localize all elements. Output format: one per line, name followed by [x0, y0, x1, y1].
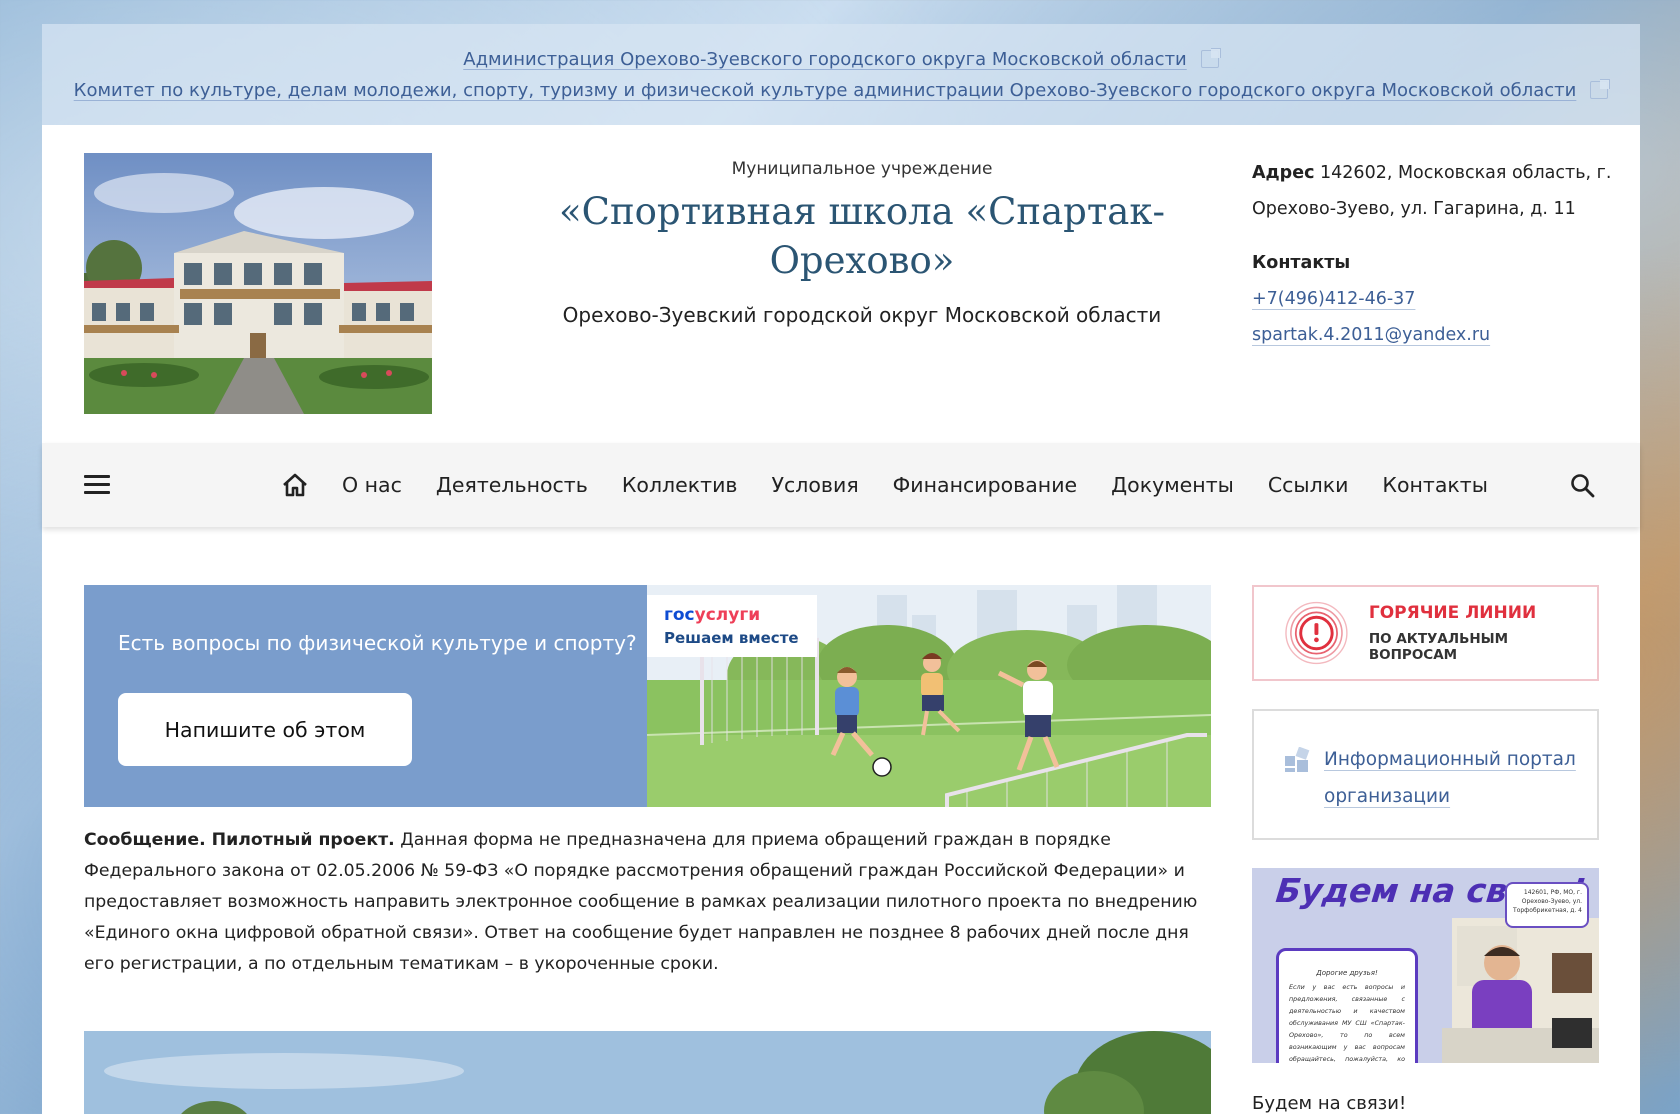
header-region: Орехово-Зуевский городской округ Московс… — [562, 303, 1162, 327]
contacts-block: Контакты +7(496)412-46-37 spartak.4.2011… — [1252, 245, 1612, 353]
nav-item-activity[interactable]: Деятельность — [436, 473, 588, 497]
gosuslugi-badge: госуслуги Решаем вместе — [647, 595, 817, 657]
page-title: «Спортивная школа «Спартак-Орехово» — [559, 190, 1165, 282]
nav-item-documents[interactable]: Документы — [1111, 473, 1234, 497]
hotlines-subtitle: ПО АКТУАЛЬНЫМ ВОПРОСАМ — [1368, 631, 1509, 663]
external-link-icon — [1590, 79, 1611, 99]
stay-in-touch-address: 142601, РФ, МО, г. Орехово-Зуево, ул. То… — [1505, 882, 1589, 928]
info-portal-card[interactable]: Информационный портал организации — [1252, 709, 1599, 840]
banner-left: Есть вопросы по физической культуре и сп… — [84, 585, 647, 807]
search-icon[interactable] — [1570, 473, 1596, 499]
message-heading: Сообщение. Пилотный проект. — [84, 830, 395, 850]
hotlines-banner[interactable]: ГОРЯЧИЕ ЛИНИИ ПО АКТУАЛЬНЫМ ВОПРОСАМ — [1252, 585, 1599, 681]
header-contacts: Адрес 142602, Московская область, г. Оре… — [1252, 155, 1612, 353]
page: Администрация Орехово-Зуевского городско… — [42, 24, 1640, 1114]
banner-illustration: госуслуги Решаем вместе — [647, 585, 1211, 807]
phone-link[interactable]: +7(496)412-46-37 — [1252, 281, 1612, 317]
gosuslugi-logo: госуслуги — [664, 605, 761, 625]
menu-icon[interactable] — [84, 475, 110, 495]
address-label: Адрес — [1252, 163, 1315, 183]
link-administration[interactable]: Администрация Орехово-Зуевского городско… — [463, 48, 1221, 70]
banner-question: Есть вопросы по физической культуре и сп… — [118, 631, 637, 655]
nav-item-finance[interactable]: Финансирование — [893, 473, 1077, 497]
hotlines-text: ГОРЯЧИЕ ЛИНИИ ПО АКТУАЛЬНЫМ ВОПРОСАМ — [1369, 603, 1597, 663]
main-nav: О нас Деятельность Коллектив Условия Фин… — [42, 443, 1640, 527]
stay-in-touch-banner[interactable]: Будем на связи! 142601, РФ, МО, г. Орехо… — [1252, 868, 1599, 1063]
header-title-block: Муниципальное учреждение «Спортивная шко… — [502, 159, 1222, 327]
letter-greeting: Дорогие друзья! — [1316, 969, 1378, 977]
info-portal-link[interactable]: Информационный портал организации — [1324, 741, 1584, 815]
contacts-label: Контакты — [1252, 253, 1351, 273]
alert-icon — [1285, 601, 1348, 665]
letter-text: Если у вас есть вопросы и предложения, с… — [1289, 983, 1405, 1063]
school-building-photo — [84, 153, 432, 414]
portal-grid-icon — [1285, 747, 1310, 772]
header-subtitle: Муниципальное учреждение — [731, 159, 993, 179]
email-link[interactable]: spartak.4.2011@yandex.ru — [1252, 317, 1612, 353]
nav-item-conditions[interactable]: Условия — [772, 473, 859, 497]
nav-item-contacts[interactable]: Контакты — [1382, 473, 1488, 497]
external-links-strip: Администрация Орехово-Зуевского городско… — [42, 24, 1640, 125]
home-icon[interactable] — [282, 473, 308, 497]
hotlines-title: ГОРЯЧИЕ ЛИНИИ — [1368, 603, 1537, 623]
link-culture-committee-label: Комитет по культуре, делам молодежи, спо… — [73, 79, 1577, 101]
main-container: Муниципальное учреждение «Спортивная шко… — [42, 125, 1640, 1114]
nav-item-about[interactable]: О нас — [342, 473, 402, 497]
external-link-icon — [1200, 48, 1221, 68]
message-text: Данная форма не предназначена для приема… — [84, 830, 1198, 974]
nav-item-staff[interactable]: Коллектив — [622, 473, 738, 497]
nav-items: О нас Деятельность Коллектив Условия Фин… — [282, 443, 1488, 527]
address-block: Адрес 142602, Московская область, г. Оре… — [1252, 155, 1612, 227]
gosuslugi-subtitle: Решаем вместе — [664, 629, 799, 647]
stay-in-touch-letter: Дорогие друзья! Если у вас есть вопросы … — [1276, 948, 1418, 1063]
sidebar: ГОРЯЧИЕ ЛИНИИ ПО АКТУАЛЬНЫМ ВОПРОСАМ Инф… — [1252, 585, 1599, 1114]
feedback-banner[interactable]: Есть вопросы по физической культуре и сп… — [84, 585, 1211, 807]
site-header: Муниципальное учреждение «Спортивная шко… — [42, 125, 1640, 443]
pilot-project-message: Сообщение. Пилотный проект. Данная форма… — [84, 825, 1211, 980]
stadium-photo — [84, 1031, 1211, 1114]
link-administration-label: Администрация Орехово-Зуевского городско… — [463, 48, 1187, 70]
nav-item-links[interactable]: Ссылки — [1268, 473, 1349, 497]
write-about-it-button[interactable]: Напишите об этом — [118, 693, 412, 766]
link-culture-committee[interactable]: Комитет по культуре, делам молодежи, спо… — [73, 79, 1611, 101]
main-content: Есть вопросы по физической культуре и сп… — [84, 585, 1211, 1114]
stay-in-touch-caption: Будем на связи! — [1252, 1093, 1407, 1114]
